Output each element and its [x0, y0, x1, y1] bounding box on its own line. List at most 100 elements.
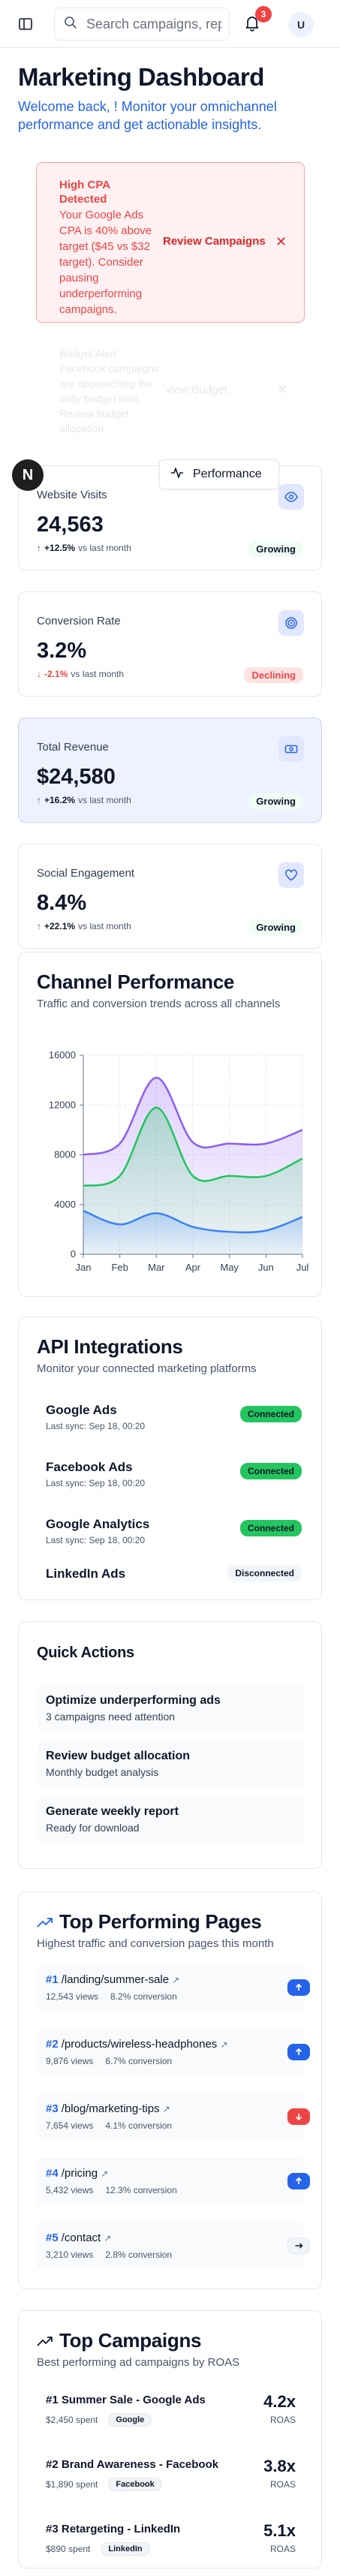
page-row[interactable]: #3/blog/marketing-tips ↗ 7,654 views 4.1%…: [37, 2093, 310, 2140]
page-row[interactable]: #4/pricing ↗ 5,432 views 12.3% conversion: [37, 2158, 310, 2204]
roas-value: 5.1x: [263, 2521, 296, 2540]
trend-up-icon: [287, 2044, 310, 2060]
kpi-value: 24,563: [37, 513, 104, 537]
kpi-label: Total Revenue: [37, 741, 109, 754]
platform-badge: LinkedIn: [101, 2542, 150, 2556]
quick-action-item[interactable]: Optimize underperforming ads 3 campaigns…: [37, 1685, 305, 1732]
close-icon[interactable]: ✕: [275, 234, 287, 250]
section-subtitle: Highest traffic and conversion pages thi…: [37, 1937, 274, 1950]
page-row[interactable]: #5/contact ↗ 3,210 views 2.8% conversion: [37, 2222, 310, 2269]
kpi-card-conversion-rate: Conversion Rate 3.2% ↓ -2.1% vs last month…: [18, 591, 322, 697]
kpi-value: 8.4%: [37, 891, 87, 915]
quick-action-subtitle: Ready for download: [46, 1822, 140, 1834]
y-tick-label: 12000: [49, 1099, 76, 1110]
campaign-row[interactable]: #1 Summer Sale - Google Ads $2,450 spent…: [37, 2386, 305, 2439]
x-tick-label: Jun: [258, 1262, 274, 1273]
page-meta: 5,432 views 12.3% conversion: [46, 2185, 177, 2195]
external-link-icon[interactable]: ↗: [220, 2039, 227, 2050]
kpi-card-social-engagement: Social Engagement 8.4% ↑ +22.1% vs last mo…: [18, 844, 322, 949]
budget-alert: Budget Alert Facebook campaigns are appr…: [36, 338, 305, 443]
section-title: Quick Actions: [37, 1645, 134, 1661]
external-link-icon[interactable]: ↗: [172, 1975, 179, 1985]
series-line: [83, 1076, 303, 1156]
external-link-icon[interactable]: ↗: [163, 2104, 170, 2114]
high-cpa-alert: High CPA Detected Your Google Ads CPA is…: [36, 162, 305, 323]
campaign-meta: $1,890 spent Facebook: [46, 2478, 162, 2491]
section-title: API Integrations: [37, 1335, 183, 1358]
quick-actions-card: Quick Actions Optimize underperforming a…: [18, 1621, 322, 1869]
arrow-up-icon: ↑: [37, 543, 41, 553]
status-badge: Growing: [248, 919, 303, 935]
status-badge: Connected: [239, 1520, 302, 1536]
trend-down-icon: [287, 2108, 310, 2125]
heart-icon: [278, 862, 304, 888]
top-campaigns-card: Top Campaigns Best performing ad campaig…: [18, 2310, 322, 2568]
page-row[interactable]: #1/landing/summer-sale ↗ 12,543 views 8.2…: [37, 1964, 310, 2011]
trend-up-icon: [287, 1979, 310, 1996]
api-integrations-card: API Integrations Monitor your connected …: [18, 1317, 322, 1600]
section-title: Top Campaigns: [59, 2329, 202, 2352]
quick-action-subtitle: Monthly budget analysis: [46, 1766, 159, 1778]
integration-row[interactable]: Facebook Ads Last sync: Sep 18, 00:20 Co…: [37, 1449, 305, 1502]
roas-label: ROAS: [269, 2544, 296, 2554]
review-campaigns-button[interactable]: Review Campaigns: [163, 235, 266, 248]
tooltip-label: Performance: [193, 468, 262, 480]
y-tick-label: 8000: [54, 1149, 76, 1160]
status-badge: Connected: [239, 1463, 302, 1479]
integration-sync: Last sync: Sep 18, 00:20: [46, 1535, 146, 1545]
sidebar-toggle-icon[interactable]: [18, 17, 33, 32]
page-row[interactable]: #2/products/wireless-headphones ↗ 9,876 …: [37, 2029, 310, 2075]
trend-up-icon: [287, 2173, 310, 2189]
x-tick-label: Mar: [148, 1262, 165, 1273]
status-badge: Disconnected: [227, 1565, 302, 1581]
quick-action-item[interactable]: Review budget allocation Monthly budget …: [37, 1741, 305, 1787]
search-input[interactable]: [86, 16, 221, 32]
target-icon: [278, 610, 304, 636]
trend-flat-icon: [287, 2237, 310, 2254]
arrow-up-icon: ↑: [37, 921, 41, 931]
status-badge: Growing: [248, 793, 303, 809]
kpi-card-total-revenue: Total Revenue $24,580 ↑ +16.2% vs last mon…: [18, 718, 322, 823]
page-meta: 9,876 views 6.7% conversion: [46, 2056, 173, 2066]
x-tick-label: Feb: [111, 1262, 128, 1273]
integration-name: Google Analytics: [46, 1517, 150, 1531]
roas-label: ROAS: [269, 2415, 296, 2425]
quick-action-item[interactable]: Generate weekly report Ready for downloa…: [37, 1796, 305, 1843]
kpi-change: ↑ +22.1% vs last month: [37, 921, 131, 931]
integration-sync: Last sync: Sep 18, 00:20: [46, 1478, 146, 1488]
roas-value: 4.2x: [263, 2392, 296, 2411]
integration-name: LinkedIn Ads: [46, 1566, 126, 1581]
alert-text: Budget Alert Facebook campaigns are appr…: [59, 348, 160, 435]
page-meta: 12,543 views 8.2% conversion: [46, 1991, 177, 2002]
user-avatar[interactable]: U: [288, 12, 314, 38]
arrow-down-icon: ↓: [37, 669, 41, 679]
integration-row[interactable]: Google Analytics Last sync: Sep 18, 00:2…: [37, 1506, 305, 1559]
top-pages-card: Top Performing Pages Highest traffic and…: [18, 1891, 322, 2289]
kpi-change: ↑ +16.2% vs last month: [37, 795, 131, 805]
performance-tooltip: Performance: [159, 459, 279, 489]
top-bar: 3 U: [0, 0, 340, 48]
roas-value: 3.8x: [263, 2457, 296, 2475]
external-link-icon[interactable]: ↗: [101, 2168, 108, 2179]
y-tick-label: 0: [71, 1248, 76, 1259]
channel-performance-card: Channel Performance Traffic and conversi…: [18, 952, 322, 1297]
search-icon: [64, 16, 77, 33]
section-title: Top Performing Pages: [59, 1910, 262, 1933]
roas-label: ROAS: [269, 2479, 296, 2490]
search-box[interactable]: [54, 8, 230, 41]
notification-count-badge: 3: [255, 6, 272, 23]
external-link-icon[interactable]: ↗: [104, 2233, 111, 2243]
kpi-label: Social Engagement: [37, 867, 135, 880]
campaign-row[interactable]: #2 Brand Awareness - Facebook $1,890 spe…: [37, 2451, 305, 2503]
app-logo-button[interactable]: N: [12, 459, 44, 491]
campaign-meta: $890 spent LinkedIn: [46, 2542, 150, 2556]
integration-row[interactable]: LinkedIn Ads Disconnected: [37, 1556, 305, 1608]
campaign-row[interactable]: #3 Retargeting - LinkedIn $890 spent Link…: [37, 2515, 305, 2568]
kpi-change: ↑ +12.5% vs last month: [37, 543, 131, 553]
view-budget-button[interactable]: View Budget: [164, 384, 227, 396]
status-badge: Declining: [244, 667, 303, 683]
close-icon[interactable]: ✕: [277, 382, 288, 398]
integration-row[interactable]: Google Ads Last sync: Sep 18, 00:20 Conn…: [37, 1392, 305, 1445]
trending-up-icon: [37, 2335, 53, 2351]
campaign-meta: $2,450 spent Google: [46, 2413, 152, 2427]
